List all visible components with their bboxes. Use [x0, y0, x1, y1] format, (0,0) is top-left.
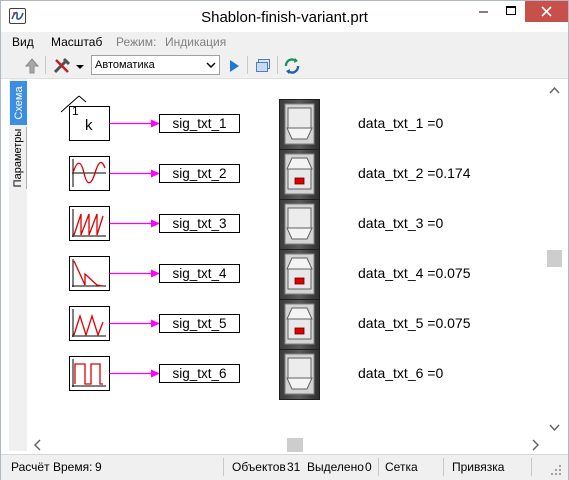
- windows-icon[interactable]: [252, 55, 274, 77]
- mode-value: Индикация: [165, 35, 227, 49]
- menu-bar: Вид Масштаб Режим: Индикация: [1, 32, 568, 52]
- status-time-value: 9: [95, 460, 102, 474]
- chevron-down-icon: [205, 59, 217, 71]
- status-selected-value: 0: [365, 460, 372, 474]
- toolbar-separator: [45, 56, 46, 74]
- toolbar: Автоматика: [1, 52, 568, 79]
- signal-label: sig_txt_1: [172, 116, 226, 131]
- play-icon[interactable]: [223, 55, 245, 77]
- refresh-icon[interactable]: [281, 55, 303, 77]
- tools-dropdown-icon[interactable]: [73, 55, 87, 77]
- data-readout: data_txt_3 =0: [358, 215, 443, 231]
- status-objects-value: 31: [287, 460, 301, 474]
- switch-led-on: [294, 177, 305, 185]
- resize-grip-icon[interactable]: [551, 465, 563, 477]
- up-arrow-icon[interactable]: [21, 55, 43, 77]
- scroll-right-icon[interactable]: [532, 439, 539, 451]
- signal-label: sig_txt_6: [172, 366, 226, 381]
- horizontal-scroll-thumb[interactable]: [287, 438, 303, 452]
- tab-scheme-label: Схема: [12, 86, 25, 120]
- scroll-down-icon[interactable]: [549, 424, 560, 432]
- status-objects-label: Объектов: [232, 460, 286, 474]
- switch-rocker: [286, 377, 313, 390]
- signal-label: sig_txt_3: [172, 216, 226, 231]
- run-mode-value: Автоматика: [95, 59, 155, 71]
- tab-parameters[interactable]: Параметры: [10, 127, 27, 189]
- switch-led-on: [294, 327, 305, 335]
- diagram-svg[interactable]: 1k sig_txt_1 data_txt_1 =0 sig_txt_2 data_tx…: [28, 80, 546, 436]
- status-calc-label: Расчёт: [11, 460, 50, 474]
- constant-block-top-label: 1: [72, 104, 79, 118]
- app-window: Shablon-finish-variant.prt Вид Масштаб Р…: [0, 0, 569, 480]
- status-bar: Расчёт Время: 9 Объектов 31 Выделено 0 С…: [1, 454, 568, 480]
- switch-body: [287, 207, 312, 229]
- close-button[interactable]: [525, 1, 568, 22]
- signal-row: sig_txt_6 data_txt_6 =0: [69, 349, 443, 400]
- switch-body: [287, 357, 312, 379]
- constant-block-letter: k: [85, 117, 93, 134]
- block-diagonal-mark: [78, 95, 87, 103]
- minimize-button[interactable]: [469, 1, 498, 22]
- data-readout: data_txt_1 =0: [358, 115, 443, 131]
- data-readout: data_txt_5 =0.075: [358, 315, 471, 331]
- scroll-left-icon[interactable]: [34, 439, 41, 451]
- switch-rocker: [286, 127, 313, 140]
- signal-row: sig_txt_2 data_txt_2 =0.174: [69, 149, 471, 200]
- tab-parameters-label: Параметры: [12, 128, 24, 188]
- diagram-canvas[interactable]: 1 k sig_txt_1 data_txt_1 =0 sig_txt_2 data_tx…: [28, 80, 546, 436]
- signal-label: sig_txt_5: [172, 316, 226, 331]
- status-time-label: Время:: [53, 460, 93, 474]
- switch-rocker: [286, 307, 313, 320]
- title-bar[interactable]: Shablon-finish-variant.prt: [1, 1, 568, 32]
- status-grid-label[interactable]: Сетка: [385, 460, 418, 474]
- switch-led-on: [294, 277, 305, 285]
- toolbar-separator: [247, 56, 248, 74]
- data-readout: data_txt_6 =0: [358, 365, 443, 381]
- signal-row: 1k sig_txt_1 data_txt_1 =0: [60, 95, 443, 150]
- switch-rocker: [286, 227, 313, 240]
- switch-body: [287, 107, 312, 129]
- toolbar-separator: [277, 56, 278, 74]
- tools-icon[interactable]: [51, 55, 73, 77]
- close-icon: [541, 6, 552, 17]
- status-separator: [531, 458, 532, 476]
- status-separator: [378, 458, 379, 476]
- maximize-button[interactable]: [498, 1, 525, 22]
- data-readout: data_txt_2 =0.174: [358, 165, 471, 181]
- vertical-scrollbar[interactable]: [546, 80, 563, 453]
- horizontal-scrollbar[interactable]: [28, 437, 546, 453]
- scroll-up-icon[interactable]: [549, 86, 560, 94]
- run-mode-select[interactable]: Автоматика: [91, 55, 220, 75]
- status-snap-label[interactable]: Привязка: [452, 460, 504, 474]
- vertical-scroll-thumb[interactable]: [547, 250, 562, 267]
- status-separator: [443, 458, 444, 476]
- switch-rocker: [286, 257, 313, 270]
- signal-label: sig_txt_4: [172, 266, 227, 281]
- menu-view[interactable]: Вид: [12, 35, 34, 49]
- mode-label: Режим:: [116, 35, 157, 49]
- side-tabs: Схема Параметры: [9, 79, 27, 451]
- signal-row: sig_txt_4 data_txt_4 =0.075: [69, 249, 471, 300]
- menu-scale[interactable]: Масштаб: [51, 35, 102, 49]
- signal-label: sig_txt_2: [172, 166, 226, 181]
- signal-row: sig_txt_3 data_txt_3 =0: [69, 199, 443, 250]
- signal-row: sig_txt_5 data_txt_5 =0.075: [69, 299, 471, 350]
- switch-rocker: [286, 157, 313, 170]
- data-readout: data_txt_4 =0.075: [358, 265, 471, 281]
- tab-scheme[interactable]: Схема: [10, 81, 27, 125]
- status-selected-label: Выделено: [307, 460, 364, 474]
- status-separator: [223, 458, 224, 476]
- source-block-ramp-down[interactable]: [69, 256, 110, 291]
